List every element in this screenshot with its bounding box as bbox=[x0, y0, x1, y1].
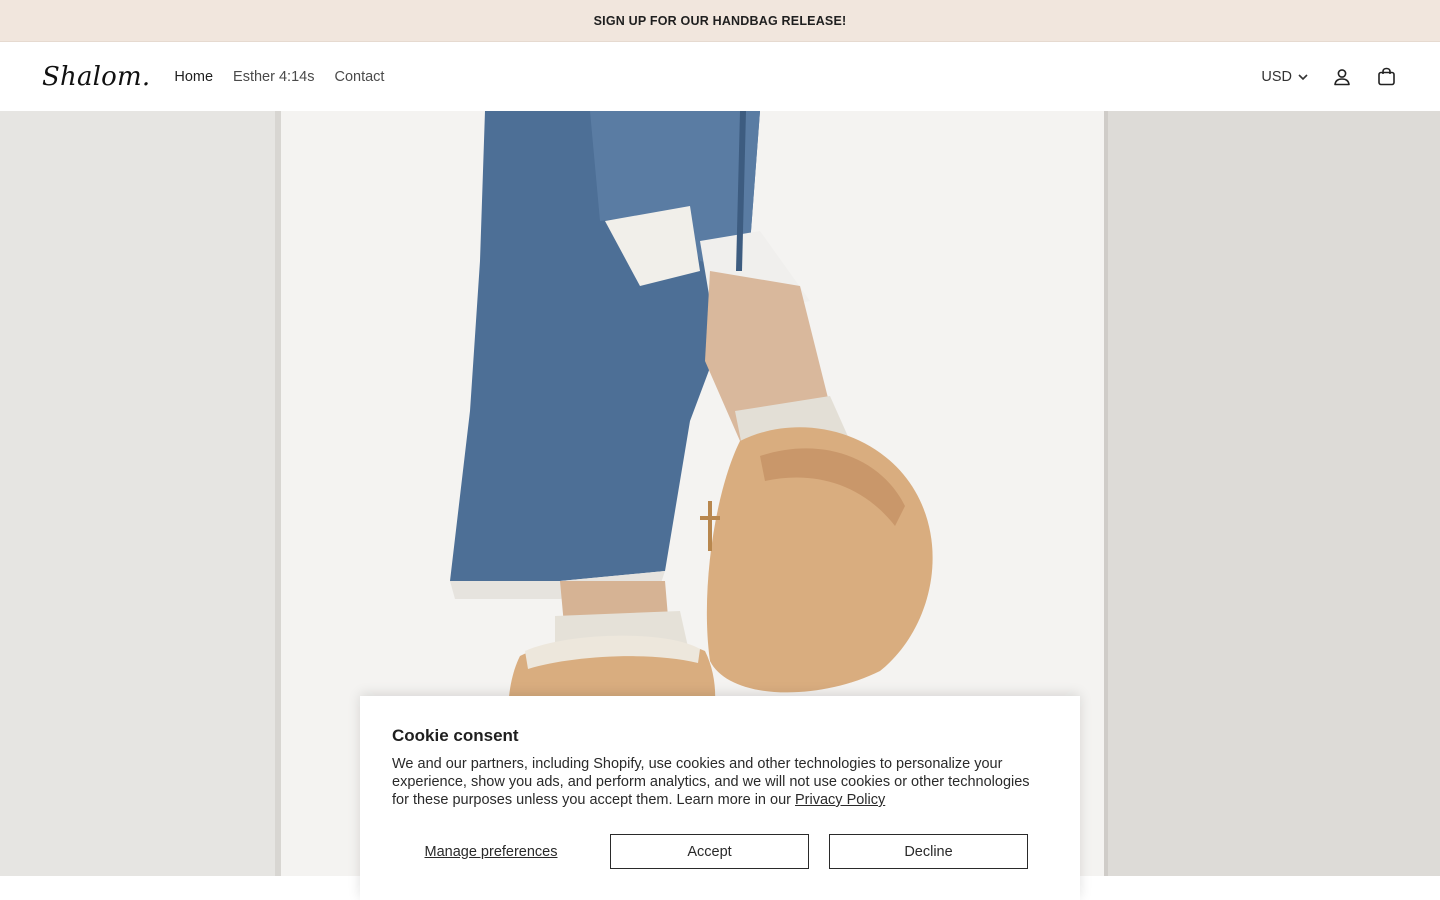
currency-label: USD bbox=[1261, 68, 1292, 85]
cookie-title: Cookie consent bbox=[392, 726, 519, 745]
privacy-policy-link[interactable]: Privacy Policy bbox=[795, 792, 885, 808]
cookie-body: We and our partners, including Shopify, … bbox=[392, 755, 1048, 809]
cart-button[interactable] bbox=[1375, 66, 1397, 88]
main-nav: Home Esther 4:14s Contact bbox=[174, 69, 384, 85]
cart-bag-icon bbox=[1377, 67, 1395, 86]
currency-selector[interactable]: USD bbox=[1261, 69, 1309, 85]
chevron-down-icon bbox=[1298, 73, 1308, 80]
accept-button[interactable]: Accept bbox=[610, 834, 809, 869]
cookie-body-text: We and our partners, including Shopify, … bbox=[392, 756, 1030, 808]
nav-item-esther[interactable]: Esther 4:14s bbox=[233, 69, 314, 85]
manage-preferences-link[interactable]: Manage preferences bbox=[392, 844, 590, 860]
cookie-actions: Manage preferences Accept Decline bbox=[392, 834, 1048, 869]
account-icon bbox=[1334, 68, 1350, 85]
account-button[interactable] bbox=[1331, 66, 1353, 88]
announcement-bar: SIGN UP FOR OUR HANDBAG RELEASE! bbox=[0, 0, 1440, 42]
nav-item-home[interactable]: Home bbox=[174, 69, 213, 85]
cookie-consent-dialog: Cookie consent We and our partners, incl… bbox=[360, 696, 1080, 900]
header-actions: USD bbox=[1261, 66, 1397, 88]
site-header: Shalom. Home Esther 4:14s Contact USD bbox=[0, 42, 1440, 111]
decline-button[interactable]: Decline bbox=[829, 834, 1028, 869]
announcement-link[interactable]: SIGN UP FOR OUR HANDBAG RELEASE! bbox=[594, 14, 847, 28]
nav-item-contact[interactable]: Contact bbox=[334, 69, 384, 85]
logo[interactable]: Shalom. bbox=[42, 62, 150, 92]
